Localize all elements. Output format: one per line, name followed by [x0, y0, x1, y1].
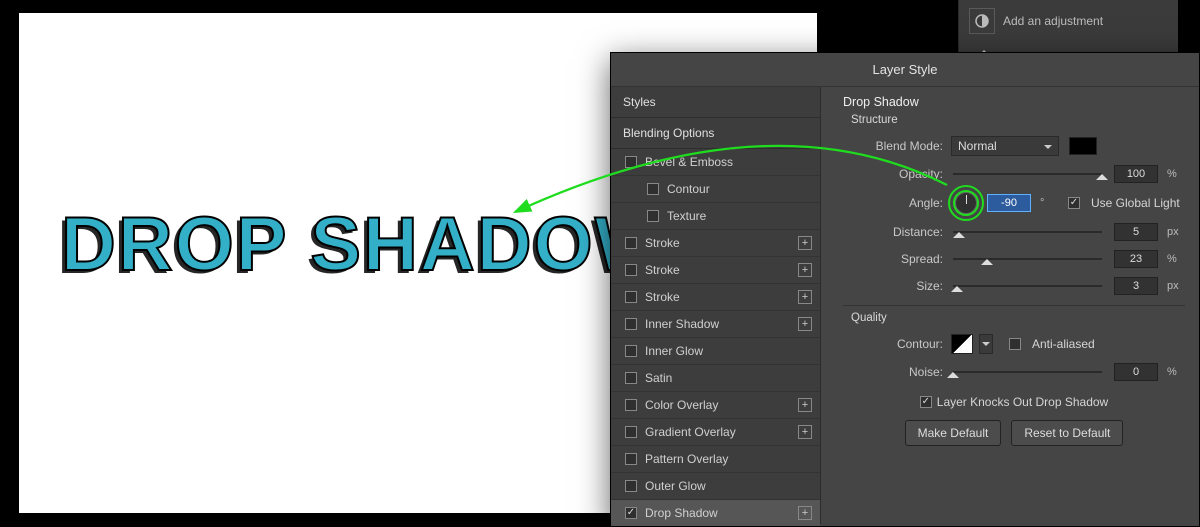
style-pattern-overlay[interactable]: Pattern Overlay — [611, 446, 820, 473]
shadow-color-swatch[interactable] — [1069, 137, 1097, 155]
spread-slider[interactable] — [953, 252, 1102, 266]
knockout-label: Layer Knocks Out Drop Shadow — [937, 395, 1108, 409]
checkbox-icon[interactable] — [647, 210, 659, 222]
global-light-label: Use Global Light — [1091, 196, 1180, 210]
checkbox-icon[interactable] — [625, 507, 637, 519]
checkbox-icon[interactable] — [625, 156, 637, 168]
style-label: Satin — [645, 371, 672, 385]
quality-title: Quality — [843, 305, 1185, 324]
style-inner-shadow[interactable]: Inner Shadow + — [611, 311, 820, 338]
checkbox-icon[interactable] — [625, 372, 637, 384]
contour-swatch[interactable] — [951, 334, 973, 354]
checkbox-icon[interactable] — [625, 480, 637, 492]
style-stroke-2[interactable]: Stroke + — [611, 257, 820, 284]
plus-icon[interactable]: + — [798, 263, 812, 277]
plus-icon[interactable]: + — [798, 290, 812, 304]
anti-aliased-checkbox[interactable] — [1009, 338, 1021, 350]
checkbox-icon[interactable] — [625, 426, 637, 438]
style-bevel-emboss[interactable]: Bevel & Emboss — [611, 149, 820, 176]
style-label: Outer Glow — [645, 479, 706, 493]
unit: % — [1167, 253, 1185, 265]
style-label: Color Overlay — [645, 398, 718, 412]
style-label: Texture — [667, 209, 706, 223]
opacity-value[interactable]: 100 — [1114, 165, 1158, 183]
contour-dropdown[interactable] — [979, 334, 993, 354]
style-stroke-3[interactable]: Stroke + — [611, 284, 820, 311]
checkbox-icon[interactable] — [625, 453, 637, 465]
plus-icon[interactable]: + — [798, 398, 812, 412]
distance-label: Distance: — [843, 225, 943, 239]
angle-label: Angle: — [843, 196, 943, 210]
blend-mode-label: Blend Mode: — [843, 139, 943, 153]
checkbox-icon[interactable] — [625, 318, 637, 330]
distance-slider[interactable] — [953, 225, 1102, 239]
unit: px — [1167, 226, 1185, 238]
style-label: Contour — [667, 182, 710, 196]
noise-slider[interactable] — [953, 365, 1102, 379]
knockout-checkbox[interactable] — [920, 396, 932, 408]
dialog-title: Layer Style — [611, 53, 1199, 87]
checkbox-icon[interactable] — [625, 264, 637, 276]
unit: % — [1167, 366, 1185, 378]
checkbox-icon[interactable] — [625, 345, 637, 357]
style-label: Gradient Overlay — [645, 425, 736, 439]
unit: px — [1167, 280, 1185, 292]
styles-list: Styles Blending Options Bevel & Emboss C… — [611, 87, 821, 524]
distance-value[interactable]: 5 — [1114, 223, 1158, 241]
spread-value[interactable]: 23 — [1114, 250, 1158, 268]
noise-value[interactable]: 0 — [1114, 363, 1158, 381]
angle-dial[interactable] — [955, 192, 977, 214]
angle-value[interactable]: -90 — [987, 194, 1031, 212]
size-slider[interactable] — [953, 279, 1102, 293]
style-label: Stroke — [645, 290, 680, 304]
plus-icon[interactable]: + — [798, 506, 812, 520]
style-texture[interactable]: Texture — [611, 203, 820, 230]
style-label: Stroke — [645, 263, 680, 277]
style-label: Pattern Overlay — [645, 452, 728, 466]
spread-label: Spread: — [843, 252, 943, 266]
adjustments-circle-icon[interactable] — [969, 8, 995, 34]
style-color-overlay[interactable]: Color Overlay + — [611, 392, 820, 419]
opacity-slider[interactable] — [953, 167, 1102, 181]
global-light-checkbox[interactable] — [1068, 197, 1080, 209]
unit: ° — [1040, 197, 1058, 209]
style-drop-shadow[interactable]: Drop Shadow + — [611, 500, 820, 527]
plus-icon[interactable]: + — [798, 317, 812, 331]
anti-aliased-label: Anti-aliased — [1032, 337, 1095, 351]
style-contour[interactable]: Contour — [611, 176, 820, 203]
size-label: Size: — [843, 279, 943, 293]
styles-header[interactable]: Styles — [611, 87, 820, 118]
plus-icon[interactable]: + — [798, 236, 812, 250]
opacity-label: Opacity: — [843, 167, 943, 181]
drop-shadow-settings: Drop Shadow Structure Blend Mode: Normal… — [821, 87, 1199, 524]
style-label: Inner Glow — [645, 344, 703, 358]
style-label: Inner Shadow — [645, 317, 719, 331]
checkbox-icon[interactable] — [625, 291, 637, 303]
unit: % — [1167, 168, 1185, 180]
style-stroke-1[interactable]: Stroke + — [611, 230, 820, 257]
blend-mode-value: Normal — [958, 139, 997, 153]
blending-options[interactable]: Blending Options — [611, 118, 820, 149]
structure-title: Structure — [843, 114, 1185, 126]
style-outer-glow[interactable]: Outer Glow — [611, 473, 820, 500]
make-default-button[interactable]: Make Default — [905, 420, 1002, 446]
plus-icon[interactable]: + — [798, 425, 812, 439]
style-inner-glow[interactable]: Inner Glow — [611, 338, 820, 365]
contour-label: Contour: — [843, 337, 943, 351]
style-satin[interactable]: Satin — [611, 365, 820, 392]
size-value[interactable]: 3 — [1114, 277, 1158, 295]
style-gradient-overlay[interactable]: Gradient Overlay + — [611, 419, 820, 446]
noise-label: Noise: — [843, 365, 943, 379]
style-label: Drop Shadow — [645, 506, 718, 520]
section-title: Drop Shadow — [843, 95, 1185, 109]
layer-style-dialog: Layer Style Styles Blending Options Beve… — [610, 52, 1200, 527]
checkbox-icon[interactable] — [625, 237, 637, 249]
reset-default-button[interactable]: Reset to Default — [1011, 420, 1123, 446]
style-label: Bevel & Emboss — [645, 155, 733, 169]
adjustments-hint: Add an adjustment — [1003, 14, 1103, 28]
checkbox-icon[interactable] — [647, 183, 659, 195]
style-label: Stroke — [645, 236, 680, 250]
checkbox-icon[interactable] — [625, 399, 637, 411]
blend-mode-dropdown[interactable]: Normal — [951, 136, 1059, 156]
